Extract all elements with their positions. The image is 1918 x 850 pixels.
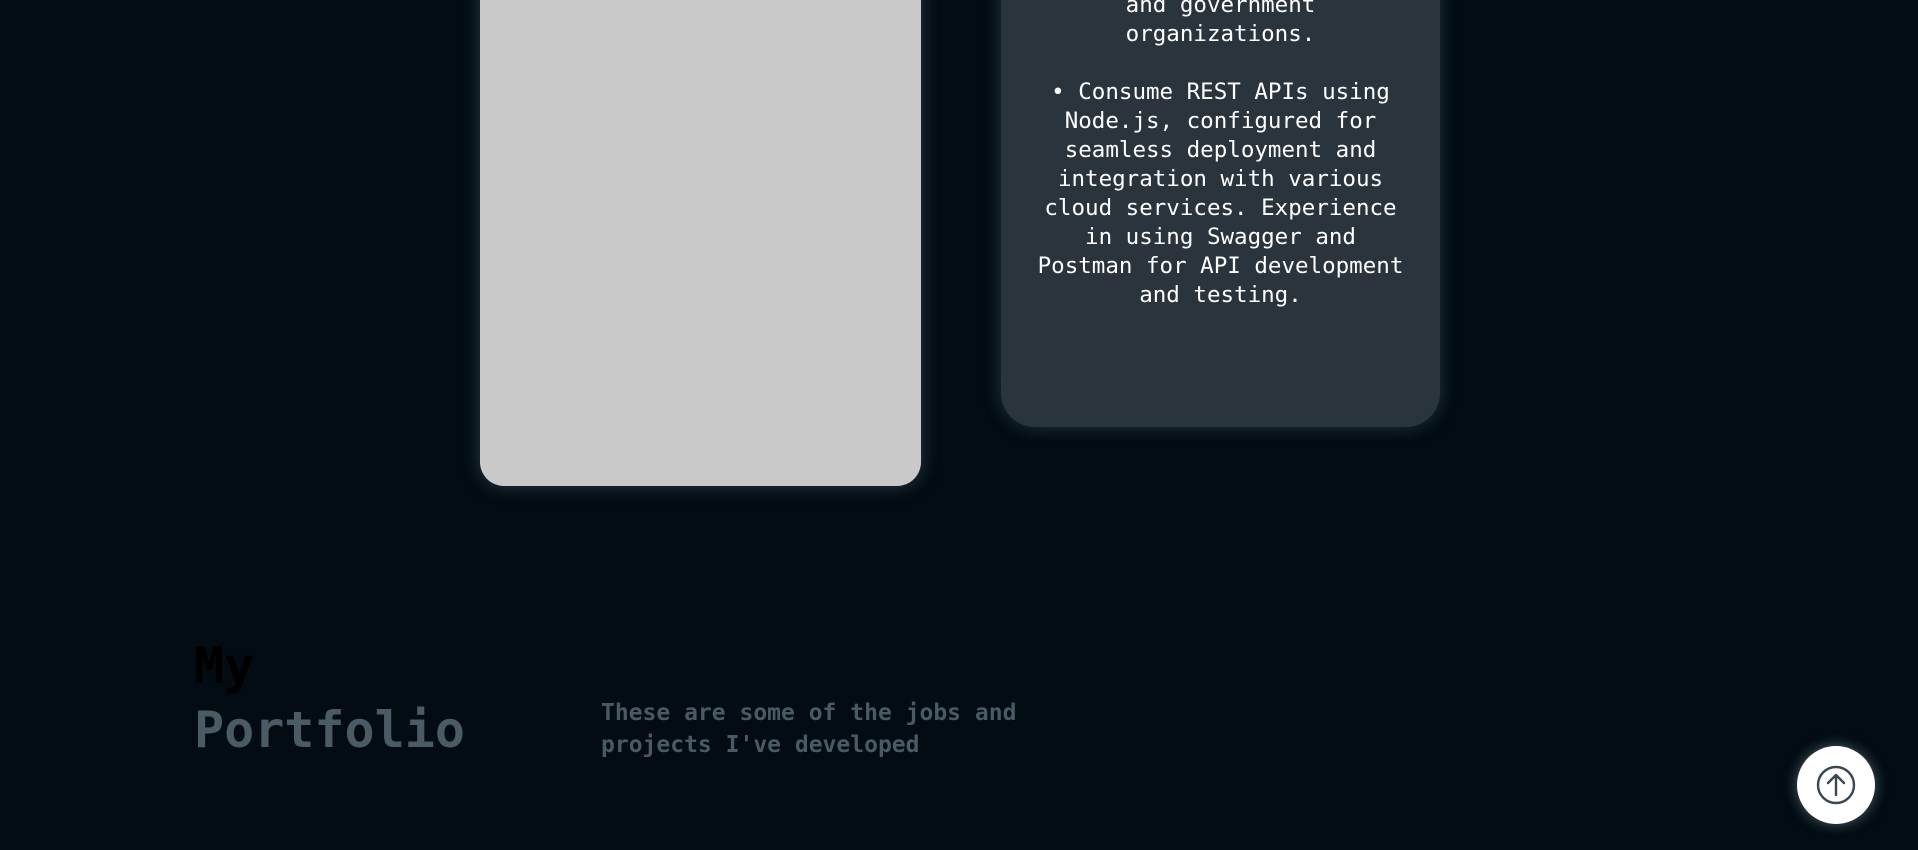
portfolio-heading: My Portfolio xyxy=(194,634,465,762)
scroll-to-top-button[interactable] xyxy=(1797,746,1875,824)
experience-paragraph: • Consume REST APIs using Node.js, confi… xyxy=(1037,79,1404,308)
experience-image-card xyxy=(480,0,921,486)
portfolio-heading-line-2: Portfolio xyxy=(194,701,465,759)
experience-description-card: for a variety of businesses and governme… xyxy=(1001,0,1440,427)
experience-paragraph: for a variety of businesses and governme… xyxy=(1125,0,1316,47)
portfolio-subtitle: These are some of the jobs and projects … xyxy=(601,700,1017,758)
portfolio-heading-line-1: My xyxy=(194,637,255,695)
arrow-up-circle-icon xyxy=(1816,765,1856,805)
